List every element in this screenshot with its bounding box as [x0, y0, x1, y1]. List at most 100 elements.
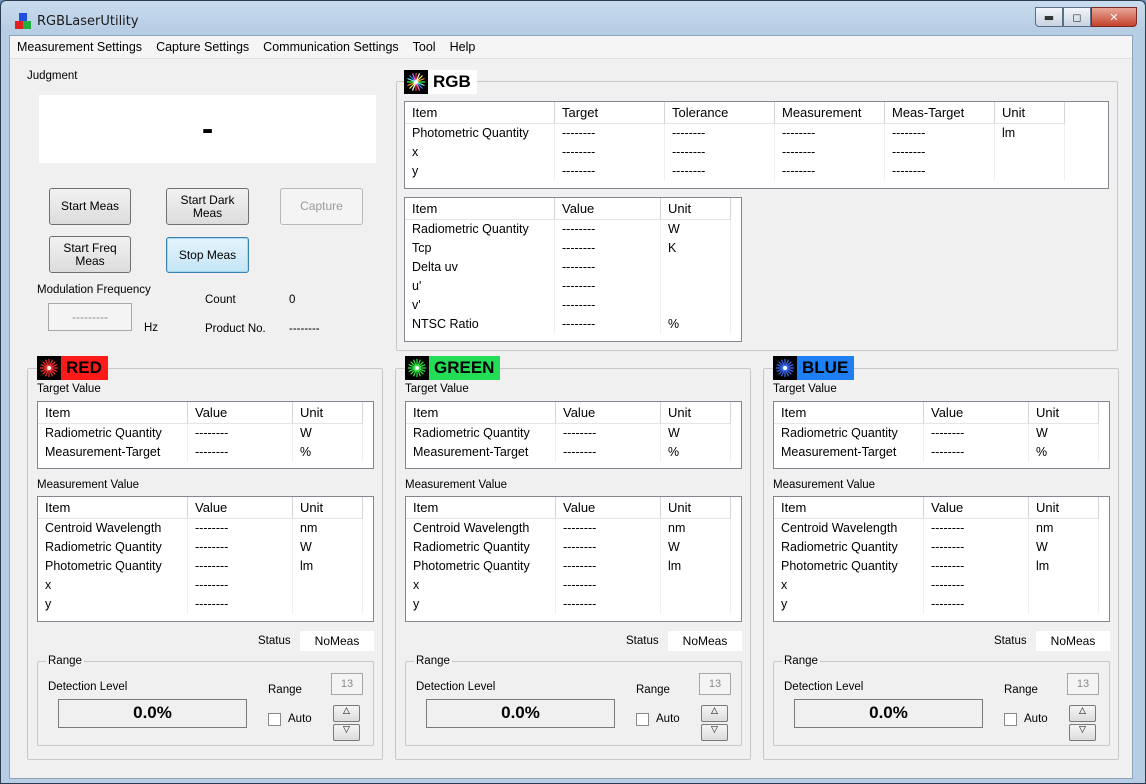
minimize-button[interactable]: ▬	[1035, 7, 1063, 27]
maximize-button[interactable]: ◻	[1063, 7, 1091, 27]
table-row[interactable]: Measurement-Target --------%	[406, 443, 741, 462]
column-header[interactable]: Item	[406, 402, 556, 424]
column-header[interactable]: Target	[555, 102, 665, 124]
rgb-star-svg	[407, 73, 425, 91]
menu-capture-settings[interactable]: Capture Settings	[149, 40, 256, 54]
table-cell: --------	[188, 443, 293, 462]
table-row[interactable]: Centroid Wavelength -------- nm	[38, 519, 373, 538]
rgb-value-table: Item Value Unit Radiometric Quantity ----…	[404, 197, 742, 342]
column-header[interactable]: Value	[924, 402, 1029, 424]
column-header[interactable]: Item	[406, 497, 556, 519]
column-header[interactable]: Unit	[1029, 402, 1099, 424]
range-up-button[interactable]: △	[333, 705, 360, 722]
menu-tool[interactable]: Tool	[406, 40, 443, 54]
laser-star-icon	[405, 356, 429, 380]
table-row[interactable]: u' --------	[405, 277, 741, 296]
column-header[interactable]: Value	[556, 402, 661, 424]
column-header[interactable]: Unit	[293, 402, 363, 424]
auto-label: Auto	[656, 713, 680, 725]
table-row[interactable]: Radiometric Quantity -------- W	[38, 538, 373, 557]
menu-communication-settings[interactable]: Communication Settings	[256, 40, 405, 54]
table-row[interactable]: Delta uv --------	[405, 258, 741, 277]
stop-meas-button[interactable]: Stop Meas	[166, 237, 249, 273]
column-header[interactable]: Tolerance	[665, 102, 775, 124]
table-cell: %	[661, 315, 731, 334]
column-header[interactable]: Item	[774, 402, 924, 424]
column-header[interactable]: Item	[774, 497, 924, 519]
laser-star-svg	[40, 359, 58, 377]
range-up-button[interactable]: △	[1069, 705, 1096, 722]
table-row[interactable]: Radiometric Quantity -------- W	[406, 538, 741, 557]
table-row[interactable]: y --------	[38, 595, 373, 614]
column-header[interactable]: Unit	[661, 402, 731, 424]
range-down-button[interactable]: ▽	[1069, 724, 1096, 741]
range-value-field[interactable]: 13	[699, 673, 731, 695]
table-row[interactable]: Centroid Wavelength -------- nm	[774, 519, 1109, 538]
capture-button[interactable]: Capture	[280, 188, 363, 225]
table-row[interactable]: x --------	[38, 576, 373, 595]
table-row[interactable]: Radiometric Quantity -------- W	[405, 220, 741, 239]
table-row[interactable]: x -------- -------- -------- --------	[405, 143, 1108, 162]
auto-checkbox[interactable]	[1004, 713, 1017, 726]
range-up-button[interactable]: △	[701, 705, 728, 722]
table-cell: --------	[924, 538, 1029, 557]
table-cell: --------	[555, 162, 665, 181]
table-row[interactable]: y --------	[406, 595, 741, 614]
table-row[interactable]: NTSC Ratio --------%	[405, 315, 741, 334]
auto-checkbox[interactable]	[268, 713, 281, 726]
column-header[interactable]: Unit	[661, 497, 731, 519]
range-down-button[interactable]: ▽	[333, 724, 360, 741]
client-area: Measurement Settings Capture Settings Co…	[9, 35, 1133, 779]
table-row[interactable]: y -------- -------- -------- --------	[405, 162, 1108, 181]
table-cell: lm	[1029, 557, 1099, 576]
column-header[interactable]: Item	[405, 102, 555, 124]
table-row[interactable]: Radiometric Quantity -------- W	[774, 424, 1109, 443]
table-cell: W	[661, 538, 731, 557]
table-cell: --------	[556, 519, 661, 538]
table-row[interactable]: Photometric Quantity -------- lm	[406, 557, 741, 576]
table-row[interactable]: Measurement-Target --------%	[774, 443, 1109, 462]
table-row[interactable]: y --------	[774, 595, 1109, 614]
table-row[interactable]: Radiometric Quantity -------- W	[774, 538, 1109, 557]
close-button[interactable]: ✕	[1091, 7, 1137, 27]
range-value-field[interactable]: 13	[331, 673, 363, 695]
column-header[interactable]: Unit	[1029, 497, 1099, 519]
column-header[interactable]: Item	[405, 198, 555, 220]
table-cell: --------	[555, 239, 661, 258]
column-header[interactable]: Unit	[995, 102, 1065, 124]
blue-title: BLUE	[797, 356, 855, 380]
column-header[interactable]: Item	[38, 402, 188, 424]
auto-checkbox[interactable]	[636, 713, 649, 726]
table-row[interactable]: Radiometric Quantity -------- W	[38, 424, 373, 443]
start-meas-button[interactable]: Start Meas	[49, 188, 131, 225]
start-freq-meas-button[interactable]: Start Freq Meas	[49, 236, 131, 273]
column-header[interactable]: Value	[924, 497, 1029, 519]
column-header[interactable]: Value	[188, 402, 293, 424]
column-header[interactable]: Value	[555, 198, 661, 220]
range-down-button[interactable]: ▽	[701, 724, 728, 741]
menu-measurement-settings[interactable]: Measurement Settings	[10, 40, 149, 54]
table-row[interactable]: Radiometric Quantity -------- W	[406, 424, 741, 443]
menu-help[interactable]: Help	[443, 40, 483, 54]
table-row[interactable]: Tcp -------- K	[405, 239, 741, 258]
range-value-field[interactable]: 13	[1067, 673, 1099, 695]
table-row[interactable]: v' --------	[405, 296, 741, 315]
column-header[interactable]: Unit	[661, 198, 731, 220]
column-header[interactable]: Unit	[293, 497, 363, 519]
table-cell: lm	[995, 124, 1065, 143]
title-bar[interactable]: RGBLaserUtility ▬ ◻ ✕	[1, 1, 1145, 35]
table-row[interactable]: Photometric Quantity -------- -------- ----…	[405, 124, 1108, 143]
column-header[interactable]: Meas-Target	[885, 102, 995, 124]
table-row[interactable]: x --------	[774, 576, 1109, 595]
column-header[interactable]: Value	[188, 497, 293, 519]
start-dark-meas-button[interactable]: Start Dark Meas	[166, 188, 249, 225]
column-header[interactable]: Measurement	[775, 102, 885, 124]
column-header[interactable]: Value	[556, 497, 661, 519]
table-row[interactable]: Centroid Wavelength -------- nm	[406, 519, 741, 538]
table-row[interactable]: Photometric Quantity -------- lm	[774, 557, 1109, 576]
column-header[interactable]: Item	[38, 497, 188, 519]
table-row[interactable]: Measurement-Target --------%	[38, 443, 373, 462]
table-row[interactable]: Photometric Quantity -------- lm	[38, 557, 373, 576]
modulation-frequency-field[interactable]: ---------	[48, 303, 132, 331]
table-row[interactable]: x --------	[406, 576, 741, 595]
